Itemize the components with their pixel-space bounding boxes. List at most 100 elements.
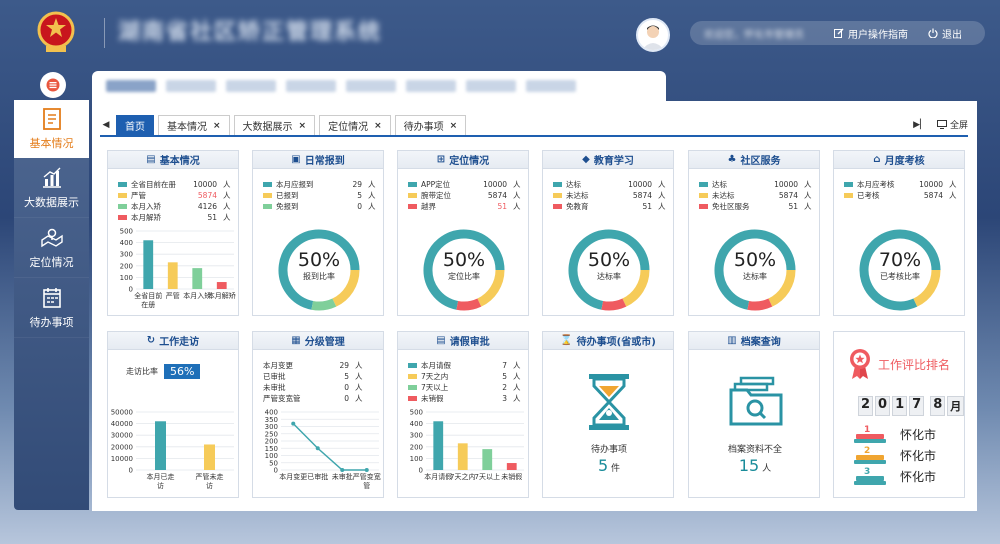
legend-label: 免教育 [566, 202, 589, 211]
legend-value: 5874 [923, 191, 943, 200]
y-tick-label: 400 [120, 239, 133, 247]
system-title: 湖南省社区矫正管理系统 [118, 20, 383, 45]
y-tick-label: 0 [274, 467, 278, 475]
module-tab[interactable] [526, 80, 576, 92]
legend-value: 5874 [778, 191, 798, 200]
legend-unit: 人 [804, 202, 812, 211]
legend-unit: 人 [223, 202, 231, 211]
module-tab-strip [92, 71, 666, 101]
donut-center: 50% 达标率 [689, 249, 821, 282]
legend-swatch [118, 204, 127, 209]
form-icon: ▤ [436, 335, 446, 346]
user-avatar[interactable] [636, 18, 670, 52]
y-tick-label: 250 [265, 430, 278, 438]
rank-number: 3 [864, 466, 871, 477]
tab-location[interactable]: 定位情况 × [319, 115, 391, 135]
tab-basic-info[interactable]: 基本情况 × [158, 115, 230, 135]
legend-label: 本月应报到 [276, 180, 314, 189]
todo-label: 待办事项 [590, 445, 627, 455]
close-icon[interactable]: × [213, 121, 221, 131]
tab-scroll-right-icon[interactable]: ▶▏ [913, 120, 927, 130]
ranking-row[interactable]: 3 怀化市 [852, 466, 936, 487]
legend-unit: 人 [658, 202, 666, 211]
ranking-title: 工作评比排名 [878, 357, 951, 372]
module-tab[interactable] [166, 80, 216, 92]
legend-value: 29 [339, 361, 349, 370]
module-tab[interactable] [286, 80, 336, 92]
tab-todo[interactable]: 待办事项 × [394, 115, 467, 135]
legend-row: 未达标 5874 人 [699, 190, 814, 201]
calendar-icon [42, 287, 61, 308]
x-tick-label: 本月请假 [424, 472, 452, 481]
module-tab[interactable] [406, 80, 456, 92]
legend-swatch [263, 204, 272, 209]
date-digit: 2 [858, 396, 874, 416]
card-title: 日常报到 [304, 156, 345, 167]
legend-value: 10000 [628, 180, 652, 189]
legend-value: 3 [502, 394, 507, 403]
module-tab[interactable] [466, 80, 516, 92]
card-work-ranking[interactable]: 工作评比排名 2 0 1 7 8 月 1 怀化市 2 怀化市 3 怀化市 [833, 331, 965, 498]
logout-button[interactable]: 退出 [928, 26, 962, 41]
fullscreen-label: 全屏 [949, 121, 968, 131]
module-tab[interactable] [346, 80, 396, 92]
legend-value: 0 [344, 383, 349, 392]
legend-swatch [408, 374, 417, 379]
refresh-icon: ↻ [146, 335, 156, 346]
x-tick-label: 在册 [141, 300, 155, 309]
sidebar-item-location[interactable]: 定位情况 [14, 218, 89, 278]
x-tick-label: 已审批 [307, 472, 328, 481]
tab-scroll-left-icon[interactable]: ◀ [100, 120, 112, 135]
card-todo-items[interactable]: ⌛ 待办事项(省或市) 待办事项 5 件 [542, 331, 674, 498]
legend-swatch [553, 193, 562, 198]
user-guide-button[interactable]: 用户操作指南 [834, 26, 908, 41]
legend-label: 未审批 [263, 383, 286, 392]
y-tick-label: 300 [265, 423, 278, 431]
close-icon[interactable]: × [374, 121, 382, 131]
legend-swatch [263, 193, 272, 198]
module-tab[interactable] [106, 80, 156, 92]
chart-icon [42, 167, 61, 188]
sidebar-item-big-data[interactable]: 大数据展示 [14, 158, 89, 218]
tab-home[interactable]: 首页 [116, 115, 154, 135]
legend-row: 7天以上 2 人 [408, 382, 523, 393]
leave-bar-chart: 0 100 200 300 400 500 本月请假7天之内 7天以上 未销假 [410, 409, 524, 481]
donut-label: 已考核比率 [880, 272, 920, 281]
legend-unit: 人 [513, 394, 521, 403]
x-tick-label: 未销假 [501, 472, 522, 481]
fullscreen-button[interactable]: 全屏 [936, 118, 968, 131]
rank-city: 怀化市 [900, 449, 937, 463]
tab-label: 基本情况 [167, 122, 207, 133]
legend-value: 51 [788, 202, 798, 211]
menu-toggle-button[interactable] [40, 72, 66, 98]
module-tab[interactable] [226, 80, 276, 92]
tab-big-data[interactable]: 大数据展示 × [233, 115, 316, 135]
legend-label: 未达标 [712, 191, 735, 200]
legend-label: APP定位 [421, 180, 451, 189]
ranking-row[interactable]: 2 怀化市 [852, 445, 936, 466]
ranking-row[interactable]: 1 怀化市 [852, 424, 936, 445]
card-grading-management: ▦ 分级管理 本月变更 29 人已审批 5 人未审批 0 人严管变宽管 0 人 0 50 100 15… [252, 331, 384, 498]
x-tick-label: 7天之内 [450, 472, 475, 481]
sidebar-item-todo[interactable]: 待办事项 [14, 278, 89, 338]
card-title: 教育学习 [593, 156, 634, 167]
card-header: ↻ 工作走访 [108, 332, 238, 350]
donut-percent: 50% [442, 249, 486, 271]
x-tick-label: 全省目前 [134, 291, 162, 300]
legend-unit: 人 [355, 383, 363, 392]
legend-swatch [844, 193, 853, 198]
donut-percent: 50% [587, 249, 631, 271]
card-leave-approval: ▤ 请假审批 本月请假 7 人 7天之内 5 人 7天以上 2 人未销假 3 人 0 100 200 30… [397, 331, 529, 498]
close-icon[interactable]: × [450, 121, 458, 131]
close-icon[interactable]: × [299, 121, 307, 131]
card-archive-query[interactable]: ▥ 档案查询 档案资料不全 15 人 [688, 331, 820, 498]
x-tick-label: 访 [206, 481, 213, 490]
legend-unit: 人 [223, 191, 231, 200]
sidebar-item-basic-info[interactable]: 基本情况 [14, 100, 89, 158]
tab-label: 定位情况 [328, 122, 369, 133]
card-legend: 本月请假 7 人 7天之内 5 人 7天以上 2 人未销假 3 人 [408, 360, 523, 404]
legend-row: 免教育 51 人 [553, 201, 668, 212]
ranking-date[interactable]: 2 0 1 7 8 月 [858, 396, 965, 416]
legend-label: 越界 [421, 202, 436, 211]
legend-row: 已审批 5 人 [263, 371, 365, 382]
